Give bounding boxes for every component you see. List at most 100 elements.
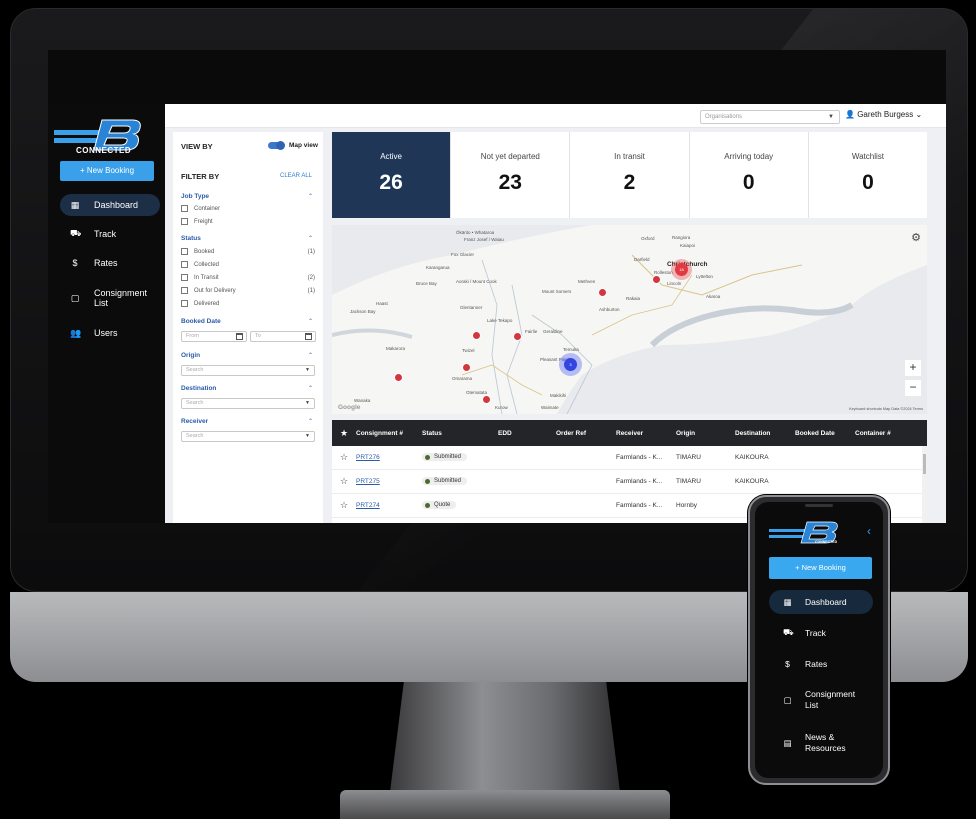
status-badge: Submitted: [422, 477, 468, 486]
sidebar-item-dashboard[interactable]: ▦ Dashboard: [60, 194, 160, 216]
checkbox[interactable]: [181, 248, 188, 255]
table-row[interactable]: ☆ PRT276 Submitted Farmlands - K... TIMA…: [332, 446, 927, 470]
truck-icon: ⛟: [70, 228, 82, 238]
grid-icon: ▦: [783, 596, 792, 607]
date-to-placeholder: To: [255, 333, 261, 339]
phone-nav-consignment-list[interactable]: ▢ Consignment List: [769, 683, 873, 717]
map-cluster-icon[interactable]: 18: [675, 263, 688, 276]
zoom-in-button[interactable]: +: [905, 360, 921, 376]
clipboard-icon: ▢: [70, 292, 80, 303]
status-option[interactable]: Booked (1): [181, 248, 315, 255]
phone-nav: ▦ Dashboard ⛟ Track $ Rates ▢ Consignmen…: [769, 590, 873, 769]
map-marker-icon[interactable]: [472, 331, 481, 340]
map-marker-icon[interactable]: [598, 288, 607, 297]
date-from-input[interactable]: From: [181, 331, 247, 342]
map-cluster-icon[interactable]: 3: [564, 358, 577, 371]
sidebar-item-users[interactable]: 👥 Users: [60, 322, 160, 344]
star-outline-icon[interactable]: ☆: [332, 452, 356, 463]
map[interactable]: Ōkārito • Whataroa Franz Josef / Waiau F…: [332, 225, 927, 414]
chevron-up-icon[interactable]: ⌃: [308, 352, 313, 359]
map-view-toggle[interactable]: [268, 141, 285, 150]
phone-nav-news-resources[interactable]: ▤ News & Resources: [769, 726, 873, 760]
stat-value: 2: [623, 171, 636, 194]
checkbox[interactable]: [181, 274, 188, 281]
calendar-icon[interactable]: [305, 333, 312, 340]
stat-watchlist[interactable]: Watchlist 0: [809, 132, 927, 218]
calendar-icon[interactable]: [236, 333, 243, 340]
star-outline-icon[interactable]: ☆: [332, 500, 356, 511]
map-marker-icon[interactable]: [513, 332, 522, 341]
stat-arriving-today[interactable]: Arriving today 0: [690, 132, 809, 218]
chevron-up-icon[interactable]: ⌃: [308, 193, 313, 200]
status-option[interactable]: In Transit (2): [181, 274, 315, 281]
stat-label: Not yet departed: [480, 152, 540, 161]
star-outline-icon[interactable]: ☆: [332, 476, 356, 487]
checkbox[interactable]: [181, 300, 188, 307]
map-place-label: Karangarua: [426, 265, 450, 270]
column-header[interactable]: Booked Date: [795, 430, 855, 437]
chevron-up-icon[interactable]: ⌃: [308, 385, 313, 392]
option-label: Collected: [194, 261, 220, 268]
map-place-label: Wanaka: [354, 398, 371, 403]
brand-logo-text: CONNECTED: [76, 146, 132, 155]
phone-nav-label: News & Resources: [805, 732, 846, 753]
sidebar-item-track[interactable]: ⛟ Track: [60, 223, 160, 245]
job-type-option[interactable]: Container: [181, 205, 315, 212]
stat-in-transit[interactable]: In transit 2: [570, 132, 690, 218]
chevron-left-icon[interactable]: ‹: [867, 524, 871, 538]
map-place-label: Lincoln: [667, 281, 682, 286]
map-credit[interactable]: Keyboard shortcuts Map Data ©2024 Terms: [849, 407, 923, 411]
column-header[interactable]: Consignment #: [356, 430, 422, 437]
column-header[interactable]: Order Ref: [556, 430, 616, 437]
date-to-input[interactable]: To: [250, 331, 316, 342]
column-header[interactable]: EDD: [498, 430, 556, 437]
new-booking-button[interactable]: + New Booking: [60, 161, 154, 181]
job-type-option[interactable]: Freight: [181, 218, 315, 225]
star-icon[interactable]: ★: [332, 428, 356, 439]
gear-icon[interactable]: ⚙: [911, 231, 921, 244]
checkbox[interactable]: [181, 287, 188, 294]
user-menu[interactable]: 👤 Gareth Burgess ⌄: [845, 110, 922, 119]
date-from-placeholder: From: [186, 333, 199, 339]
consignment-link[interactable]: PRT276: [356, 454, 422, 461]
consignment-link[interactable]: PRT275: [356, 478, 422, 485]
map-view-label: Map view: [289, 142, 318, 149]
column-header[interactable]: Origin: [676, 430, 735, 437]
table-scrollbar[interactable]: [922, 446, 927, 523]
organisation-select[interactable]: Organisations ▼: [700, 110, 840, 124]
chevron-up-icon[interactable]: ⌃: [308, 318, 313, 325]
map-marker-icon[interactable]: [462, 363, 471, 372]
status-option[interactable]: Out for Delivery (1): [181, 287, 315, 294]
phone-nav-dashboard[interactable]: ▦ Dashboard: [769, 590, 873, 614]
checkbox[interactable]: [181, 261, 188, 268]
map-place-label: Temuka: [563, 347, 579, 352]
stat-active[interactable]: Active 26: [332, 132, 452, 218]
table-row[interactable]: ☆ PRT275 Submitted Farmlands - K... TIMA…: [332, 470, 927, 494]
checkbox[interactable]: [181, 205, 188, 212]
map-marker-icon[interactable]: [394, 373, 403, 382]
new-booking-button[interactable]: + New Booking: [769, 557, 872, 579]
status-option[interactable]: Delivered: [181, 300, 315, 307]
clear-all-link[interactable]: CLEAR ALL: [280, 173, 312, 179]
column-header[interactable]: Receiver: [616, 430, 676, 437]
stat-not-yet-departed[interactable]: Not yet departed 23: [451, 132, 571, 218]
sidebar-item-consignment-list[interactable]: ▢ Consignment List: [60, 281, 160, 315]
map-marker-icon[interactable]: [482, 395, 491, 404]
consignment-link[interactable]: PRT274: [356, 502, 422, 509]
map-marker-icon[interactable]: [652, 275, 661, 284]
checkbox[interactable]: [181, 218, 188, 225]
chevron-up-icon[interactable]: ⌃: [308, 418, 313, 425]
sidebar-item-rates[interactable]: $ Rates: [60, 252, 160, 274]
status-option[interactable]: Collected: [181, 261, 315, 268]
column-header[interactable]: Container #: [855, 430, 927, 437]
origin-search-input[interactable]: Search ▼: [181, 365, 315, 376]
column-header[interactable]: Destination: [735, 430, 795, 437]
destination-search-input[interactable]: Search ▼: [181, 398, 315, 409]
chevron-up-icon[interactable]: ⌃: [308, 235, 313, 242]
zoom-out-button[interactable]: −: [905, 380, 921, 396]
phone-nav-track[interactable]: ⛟ Track: [769, 621, 873, 645]
brand-logo: [769, 521, 838, 544]
column-header[interactable]: Status: [422, 430, 498, 437]
receiver-search-input[interactable]: Search ▼: [181, 431, 315, 442]
phone-nav-rates[interactable]: $ Rates: [769, 652, 873, 676]
